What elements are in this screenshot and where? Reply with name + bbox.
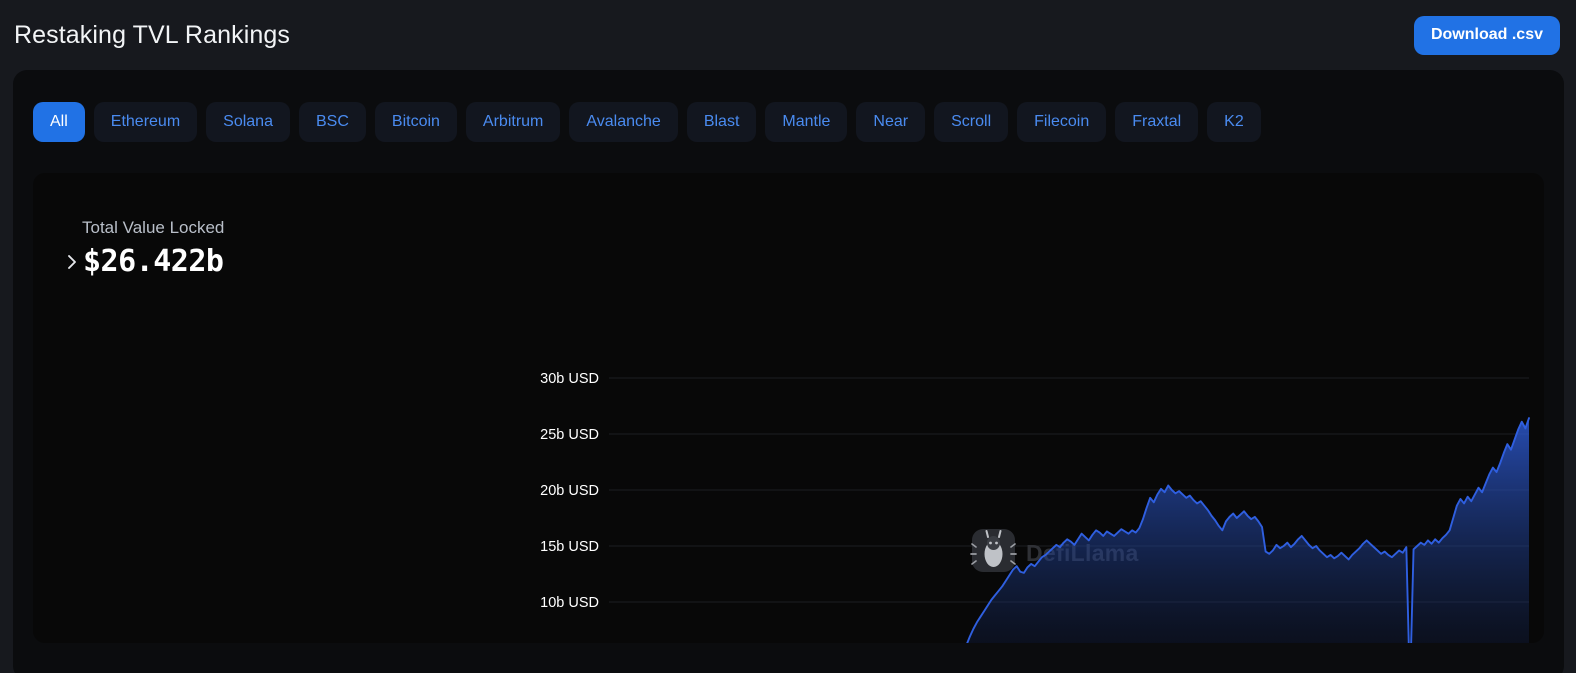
y-tick-label: 30b USD	[540, 371, 599, 387]
y-tick-label: 10b USD	[540, 595, 599, 611]
chain-tab-bsc[interactable]: BSC	[298, 102, 366, 142]
y-tick-label: 20b USD	[540, 483, 599, 499]
chain-tab-fraxtal[interactable]: Fraxtal	[1115, 102, 1199, 142]
tvl-row: $26.422b	[63, 244, 525, 279]
chain-tab-scroll[interactable]: Scroll	[934, 102, 1009, 142]
chain-tab-ethereum[interactable]: Ethereum	[93, 102, 198, 142]
chain-tab-mantle[interactable]: Mantle	[765, 102, 848, 142]
y-tick-label: 25b USD	[540, 427, 599, 443]
chain-tab-solana[interactable]: Solana	[206, 102, 290, 142]
y-axis-ticks: 0 USD5b USD10b USD15b USD20b USD25b USD3…	[540, 371, 599, 611]
tvl-area-chart[interactable]: 0 USD5b USD10b USD15b USD20b USD25b USD3…	[525, 173, 1544, 643]
chevron-right-icon[interactable]	[63, 249, 81, 275]
chain-tab-near[interactable]: Near	[856, 102, 926, 142]
tvl-value: $26.422b	[83, 244, 224, 279]
page-header: Restaking TVL Rankings Download .csv	[0, 0, 1576, 70]
chart-panel: Total Value Locked $26.422b 10b USD 15b …	[33, 173, 1544, 643]
chain-filter-tabs: All Ethereum Solana BSC Bitcoin Arbitrum Avala…	[33, 100, 1543, 144]
page-title: Restaking TVL Rankings	[14, 20, 290, 49]
stats-column: Total Value Locked $26.422b	[33, 173, 525, 643]
chain-tab-bitcoin[interactable]: Bitcoin	[374, 102, 457, 142]
chain-tab-avalanche[interactable]: Avalanche	[569, 102, 678, 142]
chain-tab-filecoin[interactable]: Filecoin	[1017, 102, 1107, 142]
chain-tab-all[interactable]: All	[33, 102, 85, 142]
y-tick-label: 15b USD	[540, 539, 599, 555]
chain-tab-k2[interactable]: K2	[1207, 102, 1261, 142]
chain-tab-blast[interactable]: Blast	[686, 102, 757, 142]
chain-tab-arbitrum[interactable]: Arbitrum	[465, 102, 561, 142]
chart-area-fill	[967, 418, 1529, 643]
chart-svg: 0 USD5b USD10b USD15b USD20b USD25b USD3…	[540, 371, 1530, 643]
tvl-label: Total Value Locked	[82, 218, 225, 237]
content-card: All Ethereum Solana BSC Bitcoin Arbitrum Avala…	[13, 70, 1564, 673]
download-csv-button[interactable]: Download .csv	[1413, 15, 1560, 55]
